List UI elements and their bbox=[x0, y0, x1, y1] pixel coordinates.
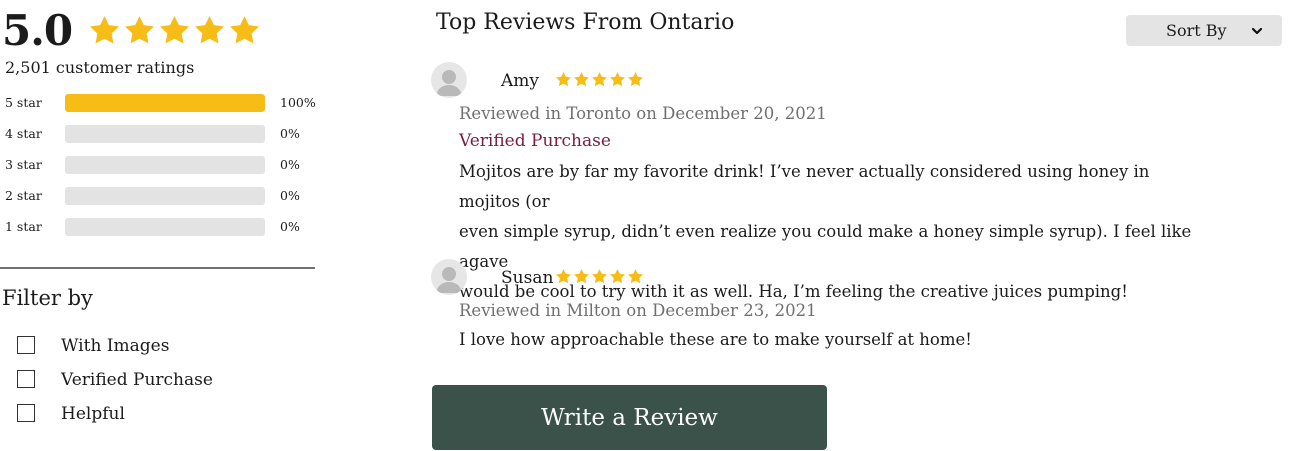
histogram-bar bbox=[65, 125, 265, 143]
histogram-row-1[interactable]: 1 star 0% bbox=[0, 217, 330, 237]
sort-by-label: Sort By bbox=[1166, 21, 1227, 40]
reviewer-name: Susan bbox=[501, 268, 554, 288]
histogram-percent: 100% bbox=[280, 95, 316, 110]
helpful-checkbox[interactable] bbox=[17, 404, 35, 422]
histogram-bar bbox=[65, 187, 265, 205]
average-rating: 5.0 bbox=[2, 6, 73, 55]
review-body-line: Mojitos are by far my favorite drink! I’… bbox=[459, 162, 1150, 211]
review-body: I love how approachable these are to mak… bbox=[459, 325, 1199, 355]
rating-count: 2,501 customer ratings bbox=[5, 58, 195, 77]
star-icon bbox=[574, 269, 589, 284]
review-stars bbox=[555, 71, 644, 88]
histogram-row-2[interactable]: 2 star 0% bbox=[0, 186, 330, 206]
histogram-row-5[interactable]: 5 star 100% bbox=[0, 93, 330, 113]
write-review-button[interactable]: Write a Review bbox=[432, 385, 827, 450]
avatar bbox=[431, 62, 467, 98]
filter-option-label[interactable]: With Images bbox=[61, 334, 169, 358]
reviews-title: Top Reviews From Ontario bbox=[436, 10, 735, 35]
filter-option-label[interactable]: Verified Purchase bbox=[61, 368, 213, 392]
user-icon bbox=[436, 70, 462, 96]
histogram-row-4[interactable]: 4 star 0% bbox=[0, 124, 330, 144]
filter-option-label[interactable]: Helpful bbox=[61, 402, 125, 426]
star-icon bbox=[574, 72, 589, 87]
star-icon bbox=[90, 16, 119, 44]
divider bbox=[0, 267, 315, 269]
histogram-percent: 0% bbox=[280, 188, 300, 203]
star-icon bbox=[628, 269, 643, 284]
average-stars bbox=[88, 14, 261, 47]
histogram-percent: 0% bbox=[280, 157, 300, 172]
histogram-label: 4 star bbox=[5, 126, 42, 141]
review-meta: Reviewed in Toronto on December 20, 2021 bbox=[459, 104, 827, 123]
filter-title: Filter by bbox=[2, 286, 93, 310]
with-images-checkbox[interactable] bbox=[17, 336, 35, 354]
histogram-bar bbox=[65, 156, 265, 174]
histogram-row-3[interactable]: 3 star 0% bbox=[0, 155, 330, 175]
histogram-label: 1 star bbox=[5, 219, 42, 234]
star-icon bbox=[592, 72, 607, 87]
histogram-bar bbox=[65, 94, 265, 112]
star-icon bbox=[556, 269, 571, 284]
histogram-percent: 0% bbox=[280, 126, 300, 141]
user-icon bbox=[436, 267, 462, 293]
verified-purchase-badge: Verified Purchase bbox=[459, 131, 611, 151]
star-icon bbox=[125, 16, 154, 44]
histogram-label: 5 star bbox=[5, 95, 42, 110]
star-icon bbox=[592, 269, 607, 284]
review-meta: Reviewed in Milton on December 23, 2021 bbox=[459, 301, 817, 320]
star-icon bbox=[556, 72, 571, 87]
star-icon bbox=[230, 16, 259, 44]
avatar bbox=[431, 259, 467, 295]
star-icon bbox=[610, 72, 625, 87]
star-icon bbox=[195, 16, 224, 44]
sort-by-dropdown[interactable]: Sort By bbox=[1126, 15, 1282, 46]
review-body-line: I love how approachable these are to mak… bbox=[459, 330, 972, 349]
histogram-bar-fill bbox=[65, 94, 265, 112]
reviewer-name: Amy bbox=[501, 71, 540, 91]
review-stars bbox=[555, 268, 644, 285]
chevron-down-icon bbox=[1251, 27, 1263, 35]
histogram-percent: 0% bbox=[280, 219, 300, 234]
histogram-label: 3 star bbox=[5, 157, 42, 172]
histogram-bar bbox=[65, 218, 265, 236]
verified-purchase-checkbox[interactable] bbox=[17, 370, 35, 388]
star-icon bbox=[628, 72, 643, 87]
star-icon bbox=[610, 269, 625, 284]
star-icon bbox=[160, 16, 189, 44]
histogram-label: 2 star bbox=[5, 188, 42, 203]
